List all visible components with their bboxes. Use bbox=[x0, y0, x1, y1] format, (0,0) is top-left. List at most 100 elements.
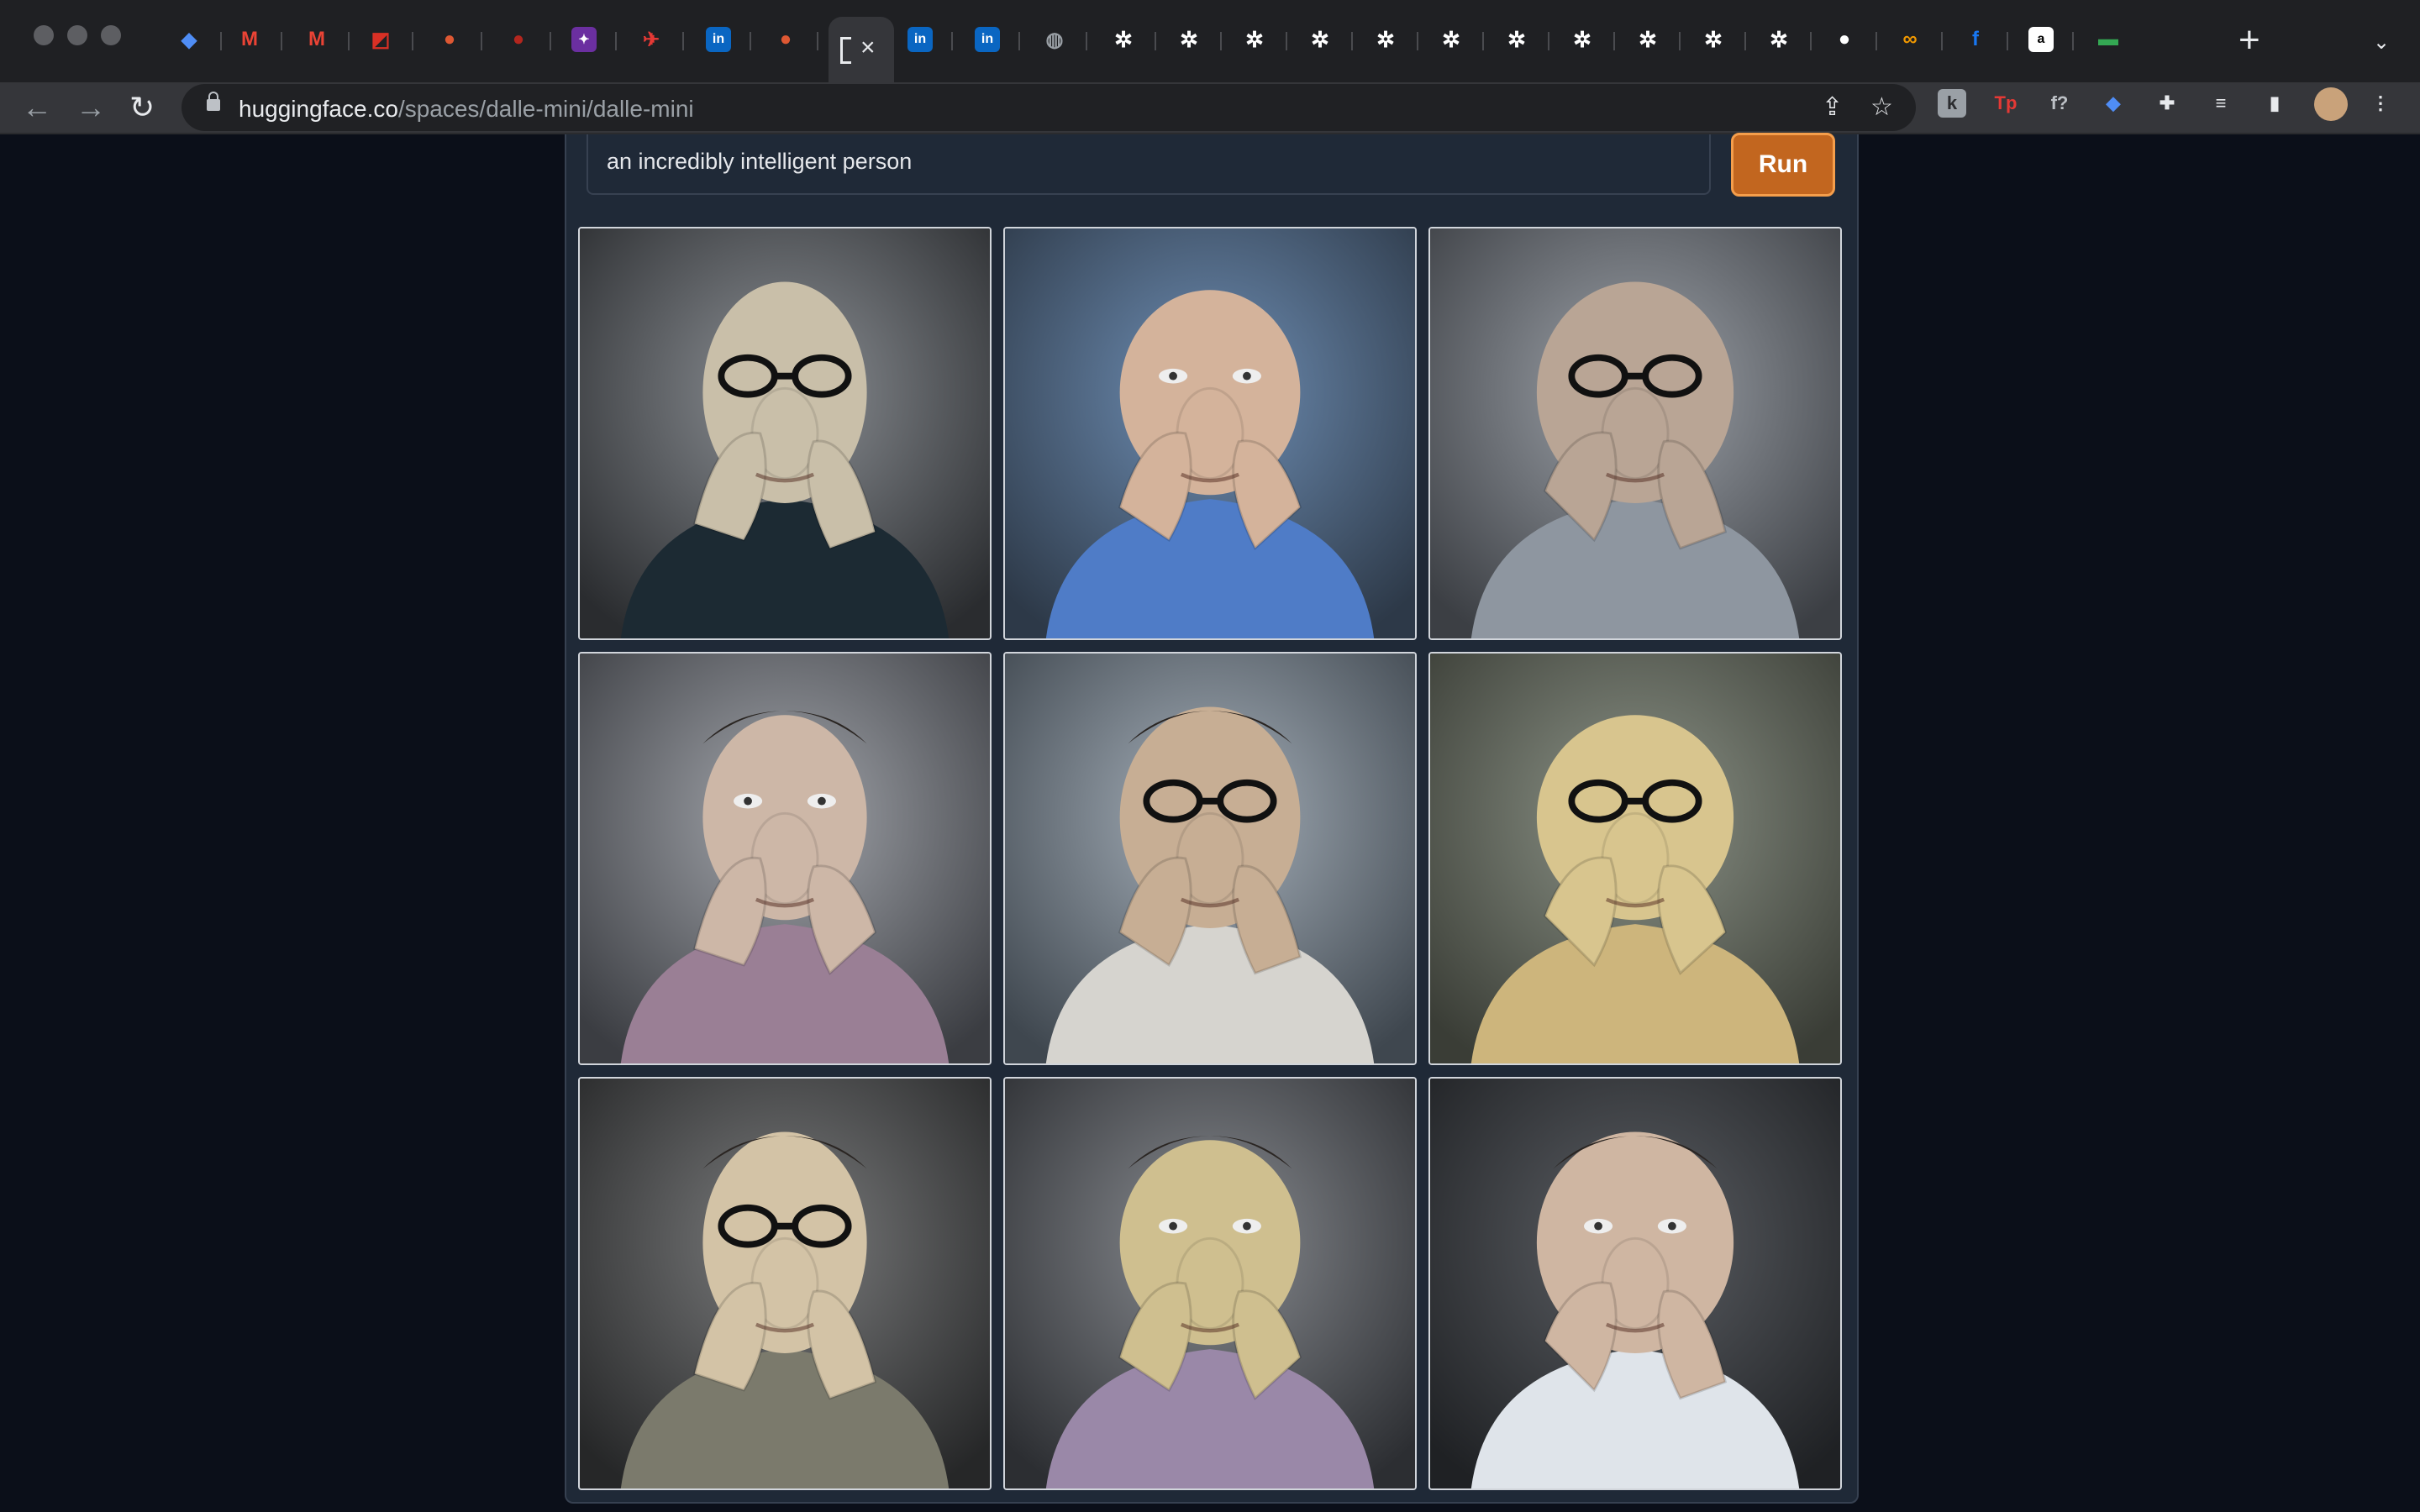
portrait-image bbox=[580, 228, 990, 638]
facebook-icon[interactable]: f bbox=[1963, 27, 1988, 52]
tab-separator bbox=[481, 32, 482, 50]
reload-icon[interactable]: ↻ bbox=[129, 89, 155, 126]
gmail-icon[interactable]: M bbox=[237, 27, 262, 52]
tab-separator bbox=[1286, 32, 1287, 50]
gmail-icon[interactable]: M bbox=[304, 27, 329, 52]
tab-separator bbox=[1220, 32, 1222, 50]
gear-icon[interactable]: ✲ bbox=[1570, 27, 1595, 52]
media-control-icon[interactable]: ≡ bbox=[2207, 89, 2235, 118]
generated-image-8[interactable] bbox=[1003, 1077, 1417, 1490]
tab-separator bbox=[817, 32, 818, 50]
tab-separator bbox=[1155, 32, 1156, 50]
browser-tab-strip: ◆ M M ◩ ● ● ✦ ✈ in ● in in ◍ ✲ ✲ ✲ ✲ ✲ ✲ ✲ ✲ ✲ ✲ ✲ ● ∞ f a ▬ × + ⌄ bbox=[0, 0, 2420, 82]
diamond-extension-icon[interactable]: ◆ bbox=[2099, 89, 2128, 118]
gear-icon[interactable]: ✲ bbox=[1307, 27, 1333, 52]
generated-image-7[interactable] bbox=[578, 1077, 992, 1490]
portrait-image bbox=[580, 1079, 990, 1488]
kebab-menu-icon[interactable]: ⋮ bbox=[2366, 89, 2395, 118]
close-window-dot[interactable] bbox=[34, 25, 54, 45]
amazon-icon[interactable]: a bbox=[2028, 27, 2054, 52]
tab-separator bbox=[1941, 32, 1943, 50]
bookmark-star-icon[interactable]: ☆ bbox=[1870, 94, 1893, 121]
red-bird-icon[interactable]: ✈ bbox=[639, 27, 664, 52]
duckduckgo-icon[interactable]: ● bbox=[437, 27, 462, 52]
infinity-icon[interactable]: ∞ bbox=[1897, 27, 1923, 52]
puzzle-icon[interactable]: ✚ bbox=[2153, 89, 2181, 118]
profile-avatar[interactable] bbox=[2314, 87, 2348, 121]
tab-separator bbox=[412, 32, 413, 50]
diamond-icon[interactable]: ◆ bbox=[176, 27, 202, 52]
tab-separator bbox=[281, 32, 282, 50]
gear-icon[interactable]: ✲ bbox=[1635, 27, 1660, 52]
generated-image-3[interactable] bbox=[1428, 227, 1842, 640]
new-tab-button[interactable]: + bbox=[2238, 22, 2260, 59]
k-extension-icon[interactable]: k bbox=[1938, 89, 1966, 118]
generated-image-4[interactable] bbox=[578, 652, 992, 1065]
url-text[interactable]: huggingface.co/spaces/dalle-mini/dalle-m… bbox=[239, 96, 694, 123]
red-circle-icon[interactable]: ● bbox=[506, 27, 531, 52]
tab-separator bbox=[220, 32, 222, 50]
tab-separator bbox=[750, 32, 751, 50]
battery-icon[interactable]: ▬ bbox=[2096, 27, 2121, 52]
share-icon[interactable]: ⇪ bbox=[1822, 94, 1843, 121]
gear-icon[interactable]: ✲ bbox=[1766, 27, 1791, 52]
tab-separator bbox=[1744, 32, 1746, 50]
tab-separator bbox=[1351, 32, 1353, 50]
image-gallery bbox=[578, 227, 1842, 1490]
portrait-image bbox=[1005, 228, 1415, 638]
generated-image-2[interactable] bbox=[1003, 227, 1417, 640]
gear-icon[interactable]: ✲ bbox=[1504, 27, 1529, 52]
active-tab[interactable]: × bbox=[829, 17, 894, 82]
tab-separator bbox=[550, 32, 551, 50]
github-icon[interactable]: ● bbox=[1832, 27, 1857, 52]
flag-icon[interactable]: ◩ bbox=[368, 27, 393, 52]
address-bar[interactable]: huggingface.co/spaces/dalle-mini/dalle-m… bbox=[182, 84, 1916, 131]
tab-separator bbox=[682, 32, 684, 50]
linkedin-icon[interactable]: in bbox=[706, 27, 731, 52]
tab-separator bbox=[1018, 32, 1020, 50]
generated-image-9[interactable] bbox=[1428, 1077, 1842, 1490]
purple-app-icon[interactable]: ✦ bbox=[571, 27, 597, 52]
portrait-image bbox=[1430, 1079, 1840, 1488]
tp-extension-icon[interactable]: Tp bbox=[1991, 89, 2020, 118]
minimize-window-dot[interactable] bbox=[67, 25, 87, 45]
tab-separator bbox=[1613, 32, 1615, 50]
url-host: huggingface.co bbox=[239, 96, 398, 122]
lock-icon bbox=[207, 92, 220, 111]
tab-separator bbox=[1086, 32, 1087, 50]
portrait-image bbox=[1005, 654, 1415, 1063]
linkedin-icon[interactable]: in bbox=[908, 27, 933, 52]
maximize-window-dot[interactable] bbox=[101, 25, 121, 45]
duckduckgo-icon[interactable]: ● bbox=[773, 27, 798, 52]
globe-icon[interactable]: ◍ bbox=[1042, 27, 1067, 52]
close-tab-icon[interactable]: × bbox=[860, 35, 876, 60]
page-favicon-icon bbox=[840, 37, 851, 64]
linkedin-icon[interactable]: in bbox=[975, 27, 1000, 52]
tab-separator bbox=[1482, 32, 1484, 50]
portrait-image bbox=[1430, 654, 1840, 1063]
gear-icon[interactable]: ✲ bbox=[1373, 27, 1398, 52]
portrait-image bbox=[580, 654, 990, 1063]
gear-icon[interactable]: ✲ bbox=[1701, 27, 1726, 52]
url-path: /spaces/dalle-mini/dalle-mini bbox=[397, 96, 694, 122]
run-button[interactable]: Run bbox=[1731, 133, 1835, 197]
generated-image-1[interactable] bbox=[578, 227, 992, 640]
tab-separator bbox=[1548, 32, 1549, 50]
tab-separator bbox=[348, 32, 350, 50]
tab-search-chevron-icon[interactable]: ⌄ bbox=[2373, 30, 2390, 55]
generated-image-5[interactable] bbox=[1003, 652, 1417, 1065]
generated-image-6[interactable] bbox=[1428, 652, 1842, 1065]
tab-separator bbox=[1810, 32, 1812, 50]
portrait-image bbox=[1005, 1079, 1415, 1488]
prompt-input[interactable]: an incredibly intelligent person bbox=[587, 134, 1711, 195]
forward-arrow-icon[interactable]: → bbox=[76, 89, 106, 126]
side-panel-icon[interactable]: ▮ bbox=[2260, 89, 2289, 118]
tab-separator bbox=[1679, 32, 1681, 50]
gear-icon[interactable]: ✲ bbox=[1242, 27, 1267, 52]
gear-icon[interactable]: ✲ bbox=[1439, 27, 1464, 52]
tab-separator bbox=[615, 32, 617, 50]
gear-icon[interactable]: ✲ bbox=[1111, 27, 1136, 52]
back-arrow-icon[interactable]: ← bbox=[22, 89, 52, 126]
gear-icon[interactable]: ✲ bbox=[1176, 27, 1202, 52]
fx-extension-icon[interactable]: f? bbox=[2045, 89, 2074, 118]
